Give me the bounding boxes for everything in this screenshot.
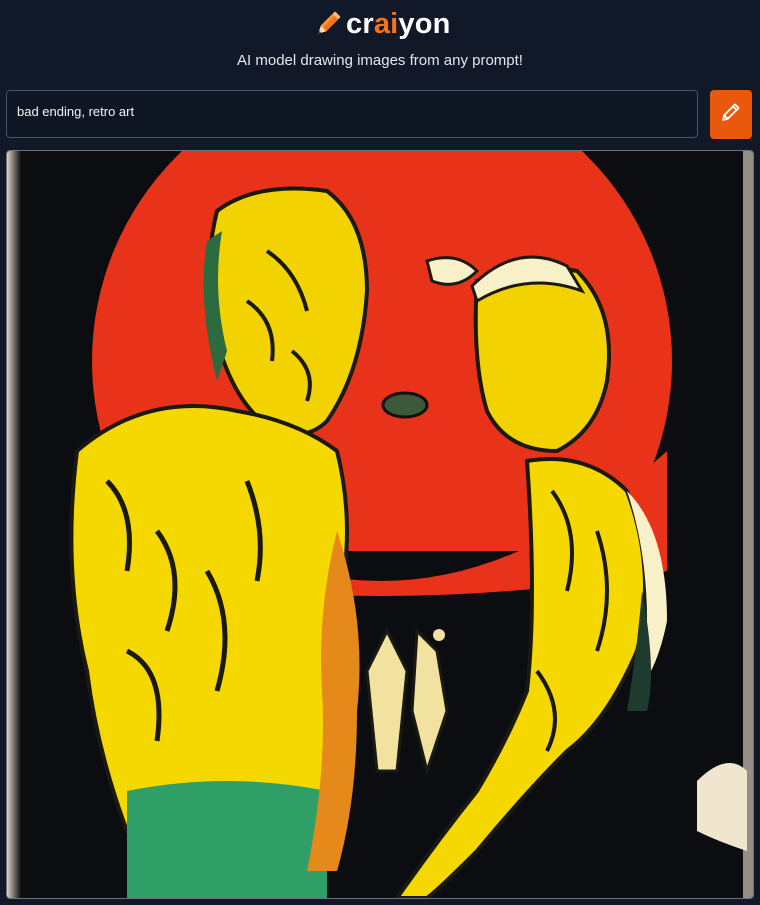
generated-image[interactable] — [6, 150, 754, 899]
draw-button[interactable] — [710, 90, 752, 139]
generated-artwork — [7, 151, 753, 898]
logo-wordmark: craiyon — [346, 7, 451, 40]
pencil-icon — [313, 9, 343, 39]
tagline: AI model drawing images from any prompt! — [237, 52, 523, 69]
prompt-input[interactable]: bad ending, retro art — [6, 90, 698, 138]
pencil-icon — [719, 100, 743, 129]
prompt-input-value: bad ending, retro art — [17, 104, 135, 119]
craiyon-logo[interactable]: craiyon — [313, 6, 451, 42]
header: craiyon AI model drawing images from any… — [0, 0, 760, 80]
